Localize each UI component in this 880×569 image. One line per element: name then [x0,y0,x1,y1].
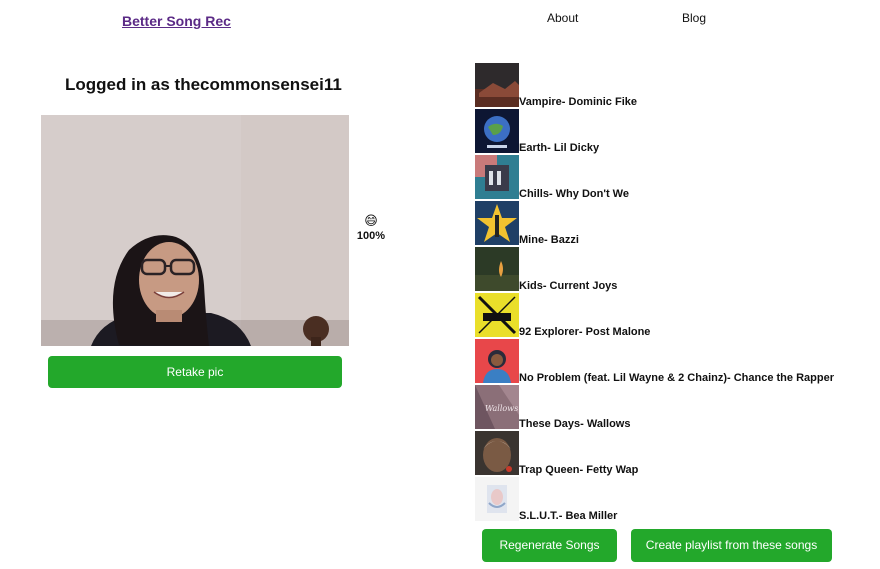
song-item[interactable]: Earth- Lil Dicky [475,107,875,154]
song-item[interactable]: Trap Queen- Fetty Wap [475,429,875,476]
song-item[interactable]: S.L.U.T.- Bea Miller [475,475,875,522]
album-cover [475,477,519,521]
brand-link[interactable]: Better Song Rec [122,13,231,29]
song-title: S.L.U.T.- Bea Miller [519,510,618,522]
song-item[interactable]: Wallows These Days- Wallows [475,383,875,430]
album-cover: Wallows [475,385,519,429]
svg-text:Wallows: Wallows [485,404,518,413]
song-item[interactable]: No Problem (feat. Lil Wayne & 2 Chainz)-… [475,337,875,384]
album-cover [475,339,519,383]
create-playlist-button[interactable]: Create playlist from these songs [631,529,832,562]
song-item[interactable]: Chills- Why Don't We [475,153,875,200]
album-cover [475,201,519,245]
song-list: Vampire- Dominic Fike Earth- Lil Dicky C… [475,61,875,522]
nav-about-link[interactable]: About [547,11,578,25]
webcam-photo [41,115,349,346]
logged-in-heading: Logged in as thecommonsensei11 [65,75,342,94]
retake-pic-button[interactable]: Retake pic [48,356,342,388]
song-item[interactable]: Vampire- Dominic Fike [475,61,875,108]
emotion-percent: 100% [356,230,386,242]
album-cover [475,109,519,153]
album-cover [475,293,519,337]
album-cover [475,431,519,475]
song-item[interactable]: Mine- Bazzi [475,199,875,246]
nav-blog-link[interactable]: Blog [682,11,706,25]
emotion-indicator: 😄 100% [352,213,390,243]
song-item[interactable]: Kids- Current Joys [475,245,875,292]
album-cover [475,155,519,199]
album-cover [475,247,519,291]
regenerate-songs-button[interactable]: Regenerate Songs [482,529,617,562]
song-item[interactable]: 92 Explorer- Post Malone [475,291,875,338]
grinning-face-icon: 😄 [364,213,378,228]
album-cover [475,63,519,107]
